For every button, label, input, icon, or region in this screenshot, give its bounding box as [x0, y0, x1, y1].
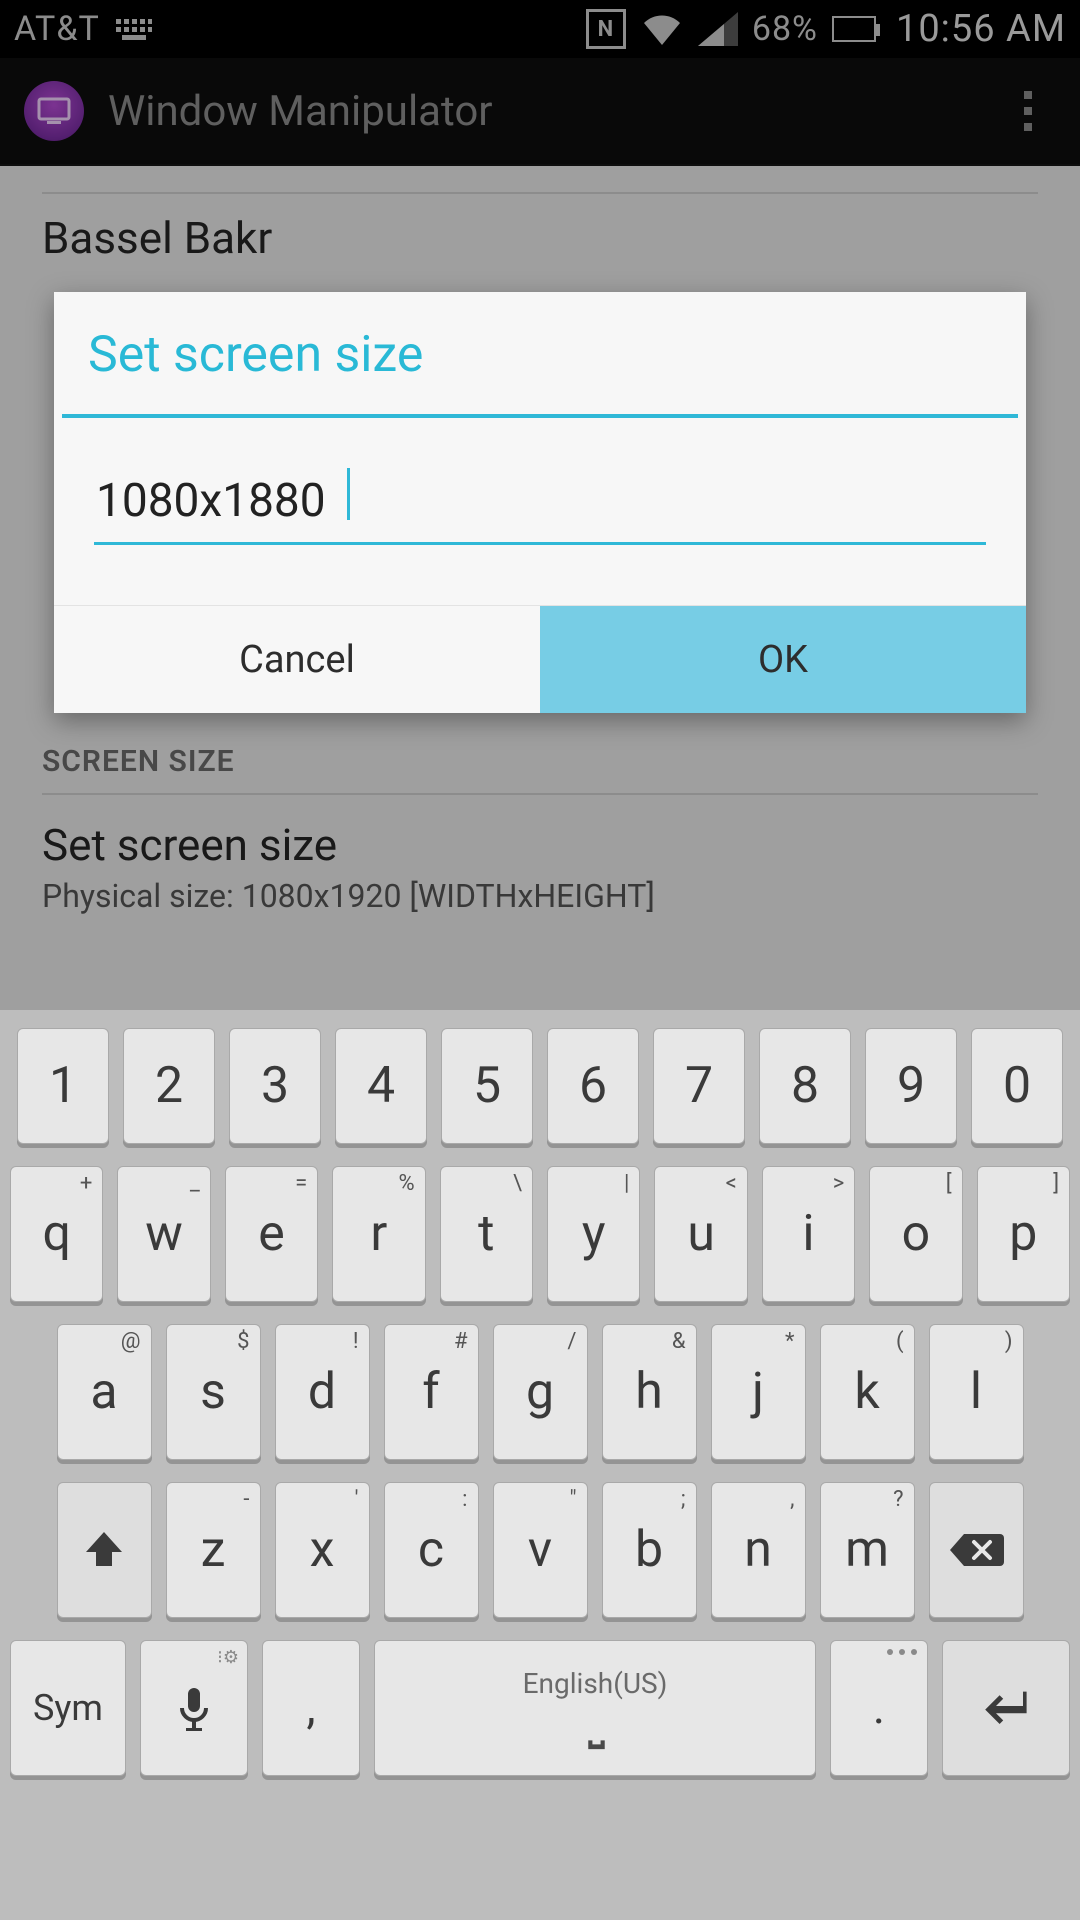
key-u[interactable]: u<	[654, 1166, 747, 1302]
key-b[interactable]: b;	[602, 1482, 697, 1618]
key-y[interactable]: y|	[547, 1166, 640, 1302]
key-h[interactable]: h&	[602, 1324, 697, 1460]
key-w[interactable]: w_	[117, 1166, 210, 1302]
key-o[interactable]: o[	[869, 1166, 962, 1302]
key-j[interactable]: j*	[711, 1324, 806, 1460]
backspace-key[interactable]	[929, 1482, 1024, 1618]
key-0[interactable]: 0	[971, 1028, 1063, 1144]
key-7[interactable]: 7	[653, 1028, 745, 1144]
key-d[interactable]: d!	[275, 1324, 370, 1460]
set-screen-size-dialog: Set screen size Cancel OK	[54, 292, 1026, 713]
key-p[interactable]: p]	[977, 1166, 1070, 1302]
key-t[interactable]: t\	[440, 1166, 533, 1302]
dialog-title: Set screen size	[54, 292, 1026, 414]
voice-input-key[interactable]: ⁝⚙	[140, 1640, 248, 1776]
key-k[interactable]: k(	[820, 1324, 915, 1460]
space-key[interactable]: English(US) ⎵	[374, 1640, 816, 1776]
ok-button[interactable]: OK	[540, 606, 1026, 713]
key-v[interactable]: v"	[493, 1482, 588, 1618]
key-c[interactable]: c:	[384, 1482, 479, 1618]
shift-key[interactable]	[57, 1482, 152, 1618]
comma-key[interactable]: ,	[262, 1640, 360, 1776]
key-i[interactable]: i>	[762, 1166, 855, 1302]
keyboard-language-label: English(US)	[523, 1667, 668, 1700]
key-4[interactable]: 4	[335, 1028, 427, 1144]
cancel-button[interactable]: Cancel	[54, 606, 540, 713]
key-9[interactable]: 9	[865, 1028, 957, 1144]
key-g[interactable]: g/	[493, 1324, 588, 1460]
key-3[interactable]: 3	[229, 1028, 321, 1144]
key-l[interactable]: l)	[929, 1324, 1024, 1460]
key-5[interactable]: 5	[441, 1028, 533, 1144]
key-e[interactable]: e=	[225, 1166, 318, 1302]
soft-keyboard: 1234567890 q+w_e=r%t\y|u<i>o[p] a@s$d!f#…	[0, 1010, 1080, 1920]
screen-size-input[interactable]	[94, 470, 986, 545]
key-1[interactable]: 1	[17, 1028, 109, 1144]
key-n[interactable]: n,	[711, 1482, 806, 1618]
key-q[interactable]: q+	[10, 1166, 103, 1302]
enter-key[interactable]	[942, 1640, 1070, 1776]
key-a[interactable]: a@	[57, 1324, 152, 1460]
key-x[interactable]: x'	[275, 1482, 370, 1618]
key-m[interactable]: m?	[820, 1482, 915, 1618]
key-s[interactable]: s$	[166, 1324, 261, 1460]
key-6[interactable]: 6	[547, 1028, 639, 1144]
text-caret	[347, 468, 350, 520]
key-r[interactable]: r%	[332, 1166, 425, 1302]
key-8[interactable]: 8	[759, 1028, 851, 1144]
key-2[interactable]: 2	[123, 1028, 215, 1144]
period-key[interactable]: .	[830, 1640, 928, 1776]
symbols-key[interactable]: Sym	[10, 1640, 126, 1776]
key-z[interactable]: z-	[166, 1482, 261, 1618]
key-f[interactable]: f#	[384, 1324, 479, 1460]
